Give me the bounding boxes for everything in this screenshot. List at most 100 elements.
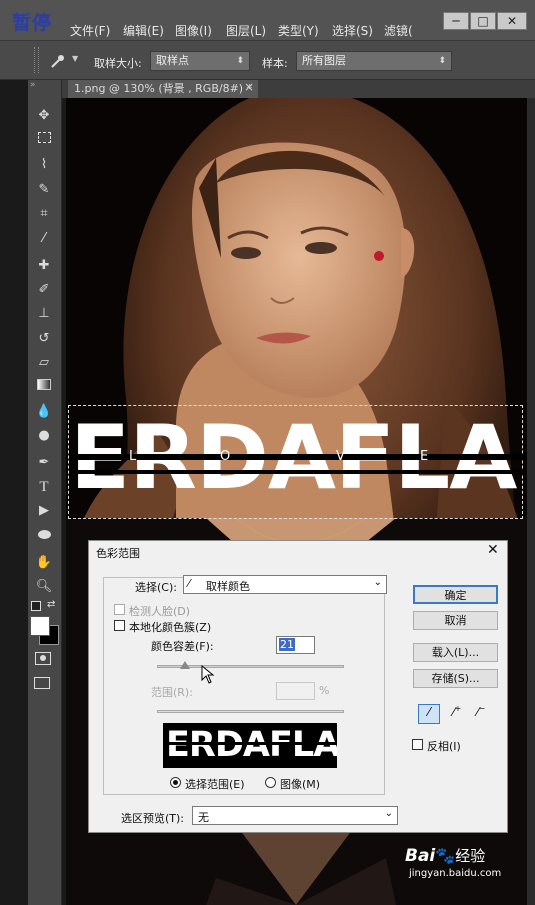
close-window-button[interactable]: ✕ bbox=[497, 12, 527, 30]
selection-radio[interactable] bbox=[170, 777, 181, 788]
marquee-tool-icon[interactable] bbox=[33, 130, 55, 150]
sample-size-value: 取样点 bbox=[156, 54, 189, 67]
sample-value: 所有图层 bbox=[302, 54, 346, 67]
invert-label: 反相(I) bbox=[427, 740, 461, 753]
load-button[interactable]: 载入(L)... bbox=[413, 643, 498, 662]
selection-radio-label: 选择范围(E) bbox=[185, 778, 245, 791]
eyedropper-sample-icon[interactable]: ⁄ bbox=[418, 704, 440, 724]
updown-icon: ⬍ bbox=[438, 56, 446, 66]
headline-cut-stripe bbox=[70, 454, 527, 460]
healing-brush-tool-icon[interactable]: ✚ bbox=[33, 256, 55, 276]
chevron-down-icon: ⌄ bbox=[373, 577, 382, 588]
menu-file[interactable]: 文件(F) bbox=[70, 22, 110, 39]
menu-image[interactable]: 图像(I) bbox=[175, 22, 212, 39]
document-tab[interactable]: 1.png @ 130% (背景 , RGB/8#) * bbox=[68, 80, 258, 98]
ellipse-tool-icon[interactable] bbox=[33, 526, 55, 546]
preview-cut-stripe bbox=[163, 742, 337, 745]
artwork-love-letter: L bbox=[129, 449, 137, 464]
localized-clusters-checkbox[interactable] bbox=[114, 620, 125, 631]
preview-text: ERDAFLA bbox=[166, 725, 337, 765]
menu-filter[interactable]: 滤镜( bbox=[384, 22, 413, 39]
fuzziness-value: 21 bbox=[279, 638, 295, 651]
selection-preview: ERDAFLA bbox=[163, 723, 337, 768]
eyedropper-tool-icon[interactable]: ⁄ bbox=[33, 229, 55, 249]
tool-preset-arrow-icon[interactable]: ▼ bbox=[72, 54, 78, 63]
minimize-button[interactable]: ─ bbox=[443, 12, 469, 30]
artwork-love-letter: O bbox=[220, 449, 231, 464]
pen-tool-icon[interactable]: ✒ bbox=[33, 453, 55, 473]
gradient-tool-icon[interactable] bbox=[33, 377, 55, 397]
headline-cut-stripe bbox=[70, 470, 527, 474]
pause-overlay-label: 暂停 bbox=[12, 12, 53, 34]
hand-tool-icon[interactable]: ✋ bbox=[33, 553, 55, 573]
dialog-title: 色彩范围 bbox=[96, 547, 140, 560]
watermark-logo: Bai bbox=[405, 846, 436, 866]
quick-select-tool-icon[interactable]: ✎ bbox=[33, 180, 55, 200]
menu-layer[interactable]: 图层(L) bbox=[226, 22, 266, 39]
dodge-tool-icon[interactable]: ● bbox=[33, 426, 55, 446]
range-slider bbox=[157, 710, 344, 713]
menu-type[interactable]: 类型(Y) bbox=[278, 22, 319, 39]
stamp-tool-icon[interactable]: ⊥ bbox=[33, 304, 55, 324]
eyedropper-plus-icon[interactable]: ⁄+ bbox=[447, 704, 467, 724]
image-radio[interactable] bbox=[265, 777, 276, 788]
select-dropdown[interactable]: ⁄ 取样颜色 ⌄ bbox=[183, 575, 387, 594]
toolbox-collapse-icon[interactable]: » bbox=[30, 80, 36, 90]
fuzziness-slider-thumb[interactable] bbox=[180, 661, 191, 669]
cancel-button[interactable]: 取消 bbox=[413, 611, 498, 630]
watermark-logo-suffix: 经验 bbox=[455, 847, 486, 865]
maximize-button[interactable]: □ bbox=[470, 12, 496, 30]
mouse-cursor-icon bbox=[201, 665, 215, 684]
select-value: 取样颜色 bbox=[206, 580, 250, 593]
artwork-headline-mask: ERDAFLA bbox=[70, 406, 527, 506]
eyedropper-icon[interactable] bbox=[48, 52, 68, 70]
brush-tool-icon[interactable]: ✐ bbox=[33, 280, 55, 300]
tab-close-icon[interactable]: × bbox=[244, 80, 254, 94]
range-input bbox=[276, 682, 315, 700]
localized-clusters-label: 本地化颜色簇(Z) bbox=[129, 621, 212, 634]
eyedropper-icon: ⁄ bbox=[188, 577, 190, 590]
sample-size-select[interactable]: 取样点 ⬍ bbox=[150, 51, 250, 71]
select-label: 选择(C): bbox=[135, 581, 177, 594]
artwork-love-letter: V bbox=[336, 449, 345, 464]
detect-faces-label: 检测人脸(D) bbox=[129, 605, 191, 618]
menu-edit[interactable]: 编辑(E) bbox=[123, 22, 164, 39]
watermark-url: jingyan.baidu.com bbox=[409, 868, 502, 879]
screen-mode-icon[interactable] bbox=[34, 677, 50, 689]
selection-preview-label: 选区预览(T): bbox=[121, 812, 185, 825]
lasso-tool-icon[interactable]: ⌇ bbox=[33, 155, 55, 175]
menu-select[interactable]: 选择(S) bbox=[332, 22, 373, 39]
fuzziness-input[interactable]: 21 bbox=[276, 636, 315, 654]
artwork-love-letter: E bbox=[420, 449, 429, 464]
selection-preview-dropdown[interactable]: 无 ⌄ bbox=[192, 806, 398, 825]
ok-button[interactable]: 确定 bbox=[413, 585, 498, 604]
document-tab-title: 1.png @ 130% (背景 , RGB/8#) * bbox=[74, 82, 253, 95]
save-button[interactable]: 存储(S)... bbox=[413, 669, 498, 688]
vertical-scrollbar[interactable] bbox=[527, 98, 535, 905]
eyedropper-minus-icon[interactable]: ⁄− bbox=[471, 704, 491, 724]
swap-colors-icon[interactable]: ⇄ bbox=[47, 599, 55, 610]
default-colors-icon[interactable] bbox=[31, 601, 41, 611]
dialog-close-icon[interactable]: ✕ bbox=[487, 542, 499, 558]
chevron-down-icon: ⌄ bbox=[384, 808, 393, 819]
type-tool-icon[interactable]: T bbox=[33, 477, 55, 497]
detect-faces-checkbox[interactable] bbox=[114, 604, 125, 615]
invert-checkbox[interactable] bbox=[412, 739, 423, 750]
history-brush-tool-icon[interactable]: ↺ bbox=[33, 329, 55, 349]
sample-size-label: 取样大小: bbox=[94, 57, 142, 70]
sample-select[interactable]: 所有图层 ⬍ bbox=[296, 51, 452, 71]
range-unit: % bbox=[319, 684, 330, 697]
range-label: 范围(R): bbox=[151, 686, 193, 699]
selection-preview-value: 无 bbox=[198, 811, 209, 824]
eraser-tool-icon[interactable]: ▱ bbox=[33, 353, 55, 373]
fuzziness-label: 颜色容差(F): bbox=[151, 640, 214, 653]
image-radio-label: 图像(M) bbox=[280, 778, 321, 791]
quick-mask-icon[interactable] bbox=[35, 652, 51, 665]
blur-tool-icon[interactable]: 💧 bbox=[33, 402, 55, 422]
path-select-tool-icon[interactable]: ▶ bbox=[33, 501, 55, 521]
updown-icon: ⬍ bbox=[236, 56, 244, 66]
crop-tool-icon[interactable]: ⌗ bbox=[33, 204, 55, 224]
move-tool-icon[interactable]: ✥ bbox=[33, 106, 55, 126]
zoom-tool-icon[interactable]: 🔍︎ bbox=[33, 577, 55, 597]
foreground-color-swatch[interactable] bbox=[30, 616, 50, 636]
